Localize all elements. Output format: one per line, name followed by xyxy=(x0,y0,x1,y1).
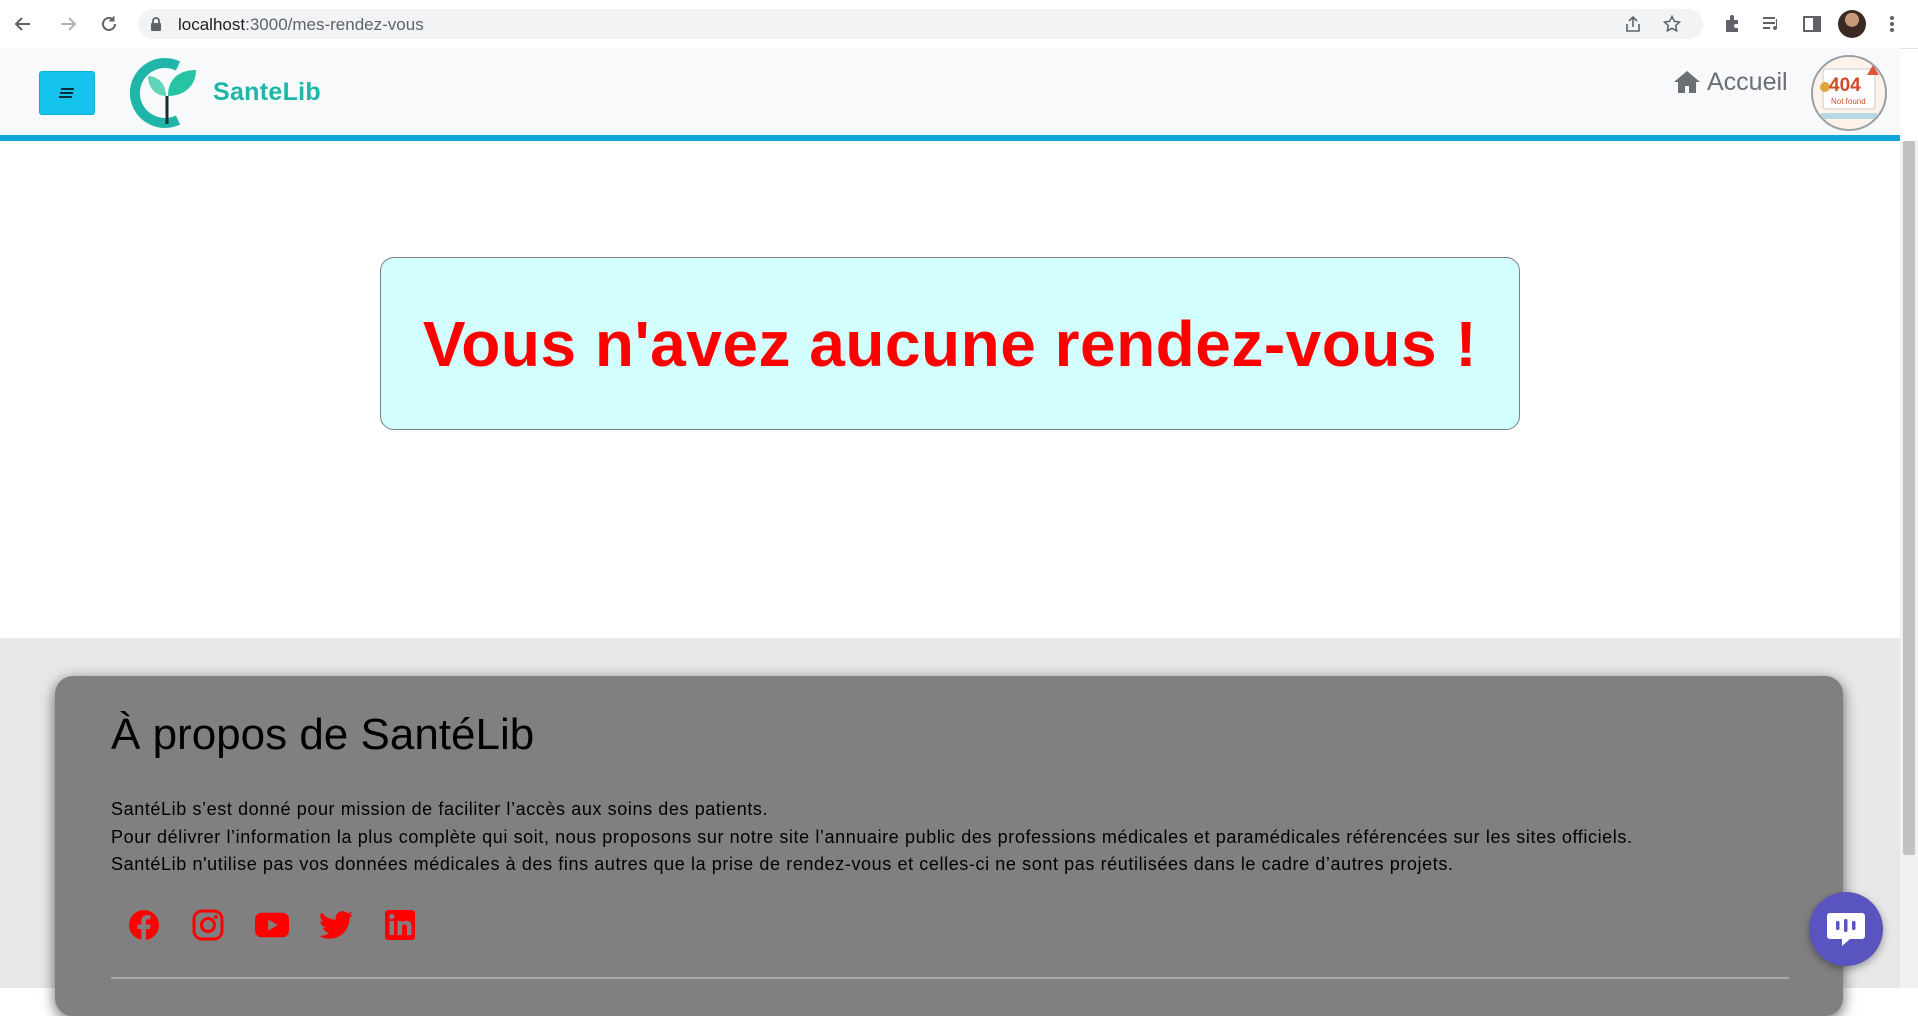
url-text: localhost:3000/mes-rendez-vous xyxy=(178,15,424,34)
menu-toggle-button[interactable] xyxy=(39,71,95,115)
footer-divider xyxy=(111,977,1789,979)
back-icon[interactable] xyxy=(10,11,36,37)
avatar-not-found-text: Not found xyxy=(1831,97,1866,106)
home-label: Accueil xyxy=(1707,67,1788,96)
youtube-icon[interactable] xyxy=(255,908,289,942)
home-link[interactable]: Accueil xyxy=(1673,66,1788,98)
footer-card: À propos de SantéLib SantéLib s’est donn… xyxy=(55,676,1843,1016)
star-icon[interactable] xyxy=(1662,14,1682,34)
home-icon xyxy=(1674,71,1700,93)
media-queue-icon[interactable] xyxy=(1759,12,1783,36)
chat-button[interactable] xyxy=(1809,892,1883,966)
page-scrollbar-thumb[interactable] xyxy=(1903,141,1915,855)
menu-lines-icon xyxy=(59,88,74,98)
kebab-menu-icon[interactable] xyxy=(1880,12,1904,36)
chat-icon xyxy=(1827,913,1865,946)
browser-toolbar: localhost:3000/mes-rendez-vous xyxy=(0,0,1918,49)
forward-icon[interactable] xyxy=(55,11,81,37)
facebook-icon[interactable] xyxy=(127,908,161,942)
browser-profile-avatar[interactable] xyxy=(1838,10,1866,38)
instagram-icon[interactable] xyxy=(191,908,225,942)
about-text: SantéLib s’est donné pour mission de fac… xyxy=(111,796,1801,879)
reload-icon[interactable] xyxy=(96,11,122,37)
about-line: SantéLib n'utilise pas vos données médic… xyxy=(111,854,1454,874)
about-line: Pour délivrer l’information la plus comp… xyxy=(111,826,1633,847)
extensions-icon[interactable] xyxy=(1720,12,1744,36)
about-line: SantéLib s’est donné pour mission de fac… xyxy=(111,799,769,819)
brand-name[interactable]: SanteLib xyxy=(213,78,321,107)
twitter-icon[interactable] xyxy=(319,908,353,942)
address-bar[interactable]: localhost:3000/mes-rendez-vous xyxy=(138,9,1703,39)
empty-appointments-message: Vous n'avez aucune rendez-vous ! xyxy=(422,307,1478,380)
santelib-logo-icon[interactable] xyxy=(130,56,206,130)
social-links xyxy=(127,908,417,942)
avatar-404-text: 404 xyxy=(1829,75,1861,96)
app-header: SanteLib Accueil 404 Not found xyxy=(0,48,1900,141)
side-panel-icon[interactable] xyxy=(1800,12,1824,36)
lock-icon xyxy=(150,17,162,36)
about-title: À propos de SantéLib xyxy=(111,710,535,759)
user-avatar[interactable]: 404 Not found xyxy=(1811,55,1887,131)
share-icon[interactable] xyxy=(1623,14,1643,34)
linkedin-icon[interactable] xyxy=(383,908,417,942)
empty-appointments-box: Vous n'avez aucune rendez-vous ! xyxy=(380,257,1520,430)
